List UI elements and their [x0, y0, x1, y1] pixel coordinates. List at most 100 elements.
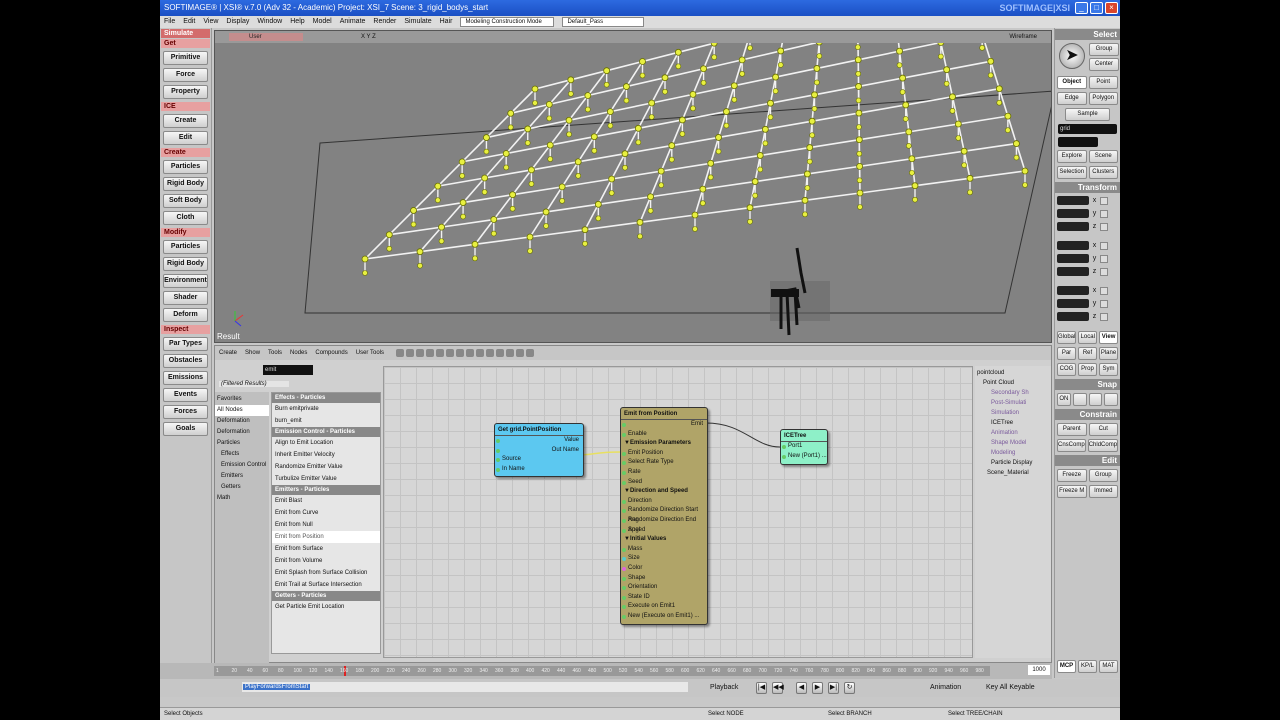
- menu-window[interactable]: Window: [257, 16, 282, 28]
- grid-point[interactable]: [574, 158, 582, 166]
- grid-point[interactable]: [575, 172, 582, 179]
- grid-point[interactable]: [543, 223, 549, 229]
- grid-point[interactable]: [723, 108, 730, 115]
- ice-menu-user-tools[interactable]: User Tools: [356, 346, 384, 360]
- icetree-node[interactable]: ICETree Port1 New (Port1) ...: [780, 429, 828, 465]
- ice-tool-icon[interactable]: [525, 349, 534, 357]
- immed-button[interactable]: Immed: [1088, 485, 1118, 498]
- group-button[interactable]: Group: [1089, 43, 1119, 56]
- grid-point[interactable]: [762, 140, 769, 147]
- category-all-nodes[interactable]: All Nodes: [215, 405, 269, 416]
- input-port[interactable]: Emit Position: [621, 449, 707, 459]
- explorer-item-shape-model[interactable]: Shape Model: [977, 438, 1049, 448]
- scene-button[interactable]: Scene: [1088, 150, 1118, 163]
- node-item-randomize-emitter-value[interactable]: Randomize Emitter Value: [272, 461, 380, 473]
- grid-point[interactable]: [808, 117, 816, 125]
- category-deformation[interactable]: Deformation: [215, 427, 269, 438]
- grid-point[interactable]: [607, 122, 614, 129]
- transform-value-field[interactable]: [1057, 254, 1089, 263]
- grid-point[interactable]: [458, 158, 466, 166]
- input-port[interactable]: Enable: [621, 430, 707, 440]
- input-port[interactable]: Randomize Direction End Angl: [621, 516, 707, 533]
- grid-point[interactable]: [855, 44, 861, 50]
- grid-point[interactable]: [772, 88, 779, 94]
- grid-point[interactable]: [979, 45, 985, 51]
- first-frame-button[interactable]: |◀: [756, 682, 767, 694]
- deform-button[interactable]: Deform: [163, 308, 208, 322]
- camera-select[interactable]: User: [229, 33, 303, 41]
- category-effects[interactable]: Effects: [215, 449, 269, 460]
- grid-point[interactable]: [806, 144, 814, 151]
- grid-point[interactable]: [527, 248, 533, 254]
- node-item-emit-splash-from-surface-collision[interactable]: Emit Splash from Surface Collision: [272, 567, 380, 579]
- category-emitters[interactable]: Emitters: [215, 471, 269, 482]
- grid-point[interactable]: [542, 208, 550, 216]
- category-particles[interactable]: Particles: [215, 438, 269, 449]
- grid-point[interactable]: [546, 115, 553, 122]
- grid-point[interactable]: [756, 152, 764, 159]
- grid-point[interactable]: [472, 255, 478, 262]
- forces-button[interactable]: Forces: [163, 405, 208, 419]
- grid-point[interactable]: [621, 150, 629, 158]
- view-button[interactable]: View: [1099, 331, 1118, 344]
- ref-button[interactable]: Ref: [1078, 347, 1097, 360]
- grid-point[interactable]: [905, 128, 913, 136]
- grid-point[interactable]: [636, 218, 644, 226]
- plane-button[interactable]: Plane: [1099, 347, 1118, 360]
- grid-point[interactable]: [507, 109, 515, 117]
- input-port[interactable]: Size: [621, 554, 707, 564]
- menu-help[interactable]: Help: [290, 16, 304, 28]
- grid-point[interactable]: [967, 189, 973, 196]
- grid-point[interactable]: [757, 166, 764, 173]
- ice-tool-icon[interactable]: [415, 349, 424, 357]
- grid-point[interactable]: [528, 166, 535, 174]
- grid-point[interactable]: [483, 134, 490, 141]
- explorer-item-icetree[interactable]: ICETree: [977, 418, 1049, 428]
- loop-button[interactable]: ↻: [844, 682, 855, 694]
- grid-point[interactable]: [531, 85, 539, 93]
- transform-value-field[interactable]: [1057, 267, 1089, 276]
- mode-select[interactable]: Simulate: [161, 29, 210, 38]
- ice-tool-icon[interactable]: [505, 349, 514, 357]
- grid-point[interactable]: [961, 162, 967, 168]
- clusters-button[interactable]: Clusters: [1088, 166, 1118, 179]
- animation-label[interactable]: Animation: [930, 682, 961, 694]
- grid-point[interactable]: [937, 43, 945, 46]
- input-port[interactable]: Rate: [621, 468, 707, 478]
- node-item-emit-from-null[interactable]: Emit from Null: [272, 519, 380, 531]
- menu-animate[interactable]: Animate: [340, 16, 366, 28]
- ice-tool-icon[interactable]: [405, 349, 414, 357]
- grid-point[interactable]: [715, 148, 722, 155]
- input-port[interactable]: Randomize Direction Start Ang: [621, 506, 707, 523]
- grid-point[interactable]: [954, 120, 962, 128]
- grid-point[interactable]: [608, 190, 615, 196]
- rigid-body-button[interactable]: Rigid Body: [163, 257, 208, 271]
- grid-point[interactable]: [1004, 112, 1012, 120]
- transform-value-field[interactable]: [1057, 222, 1089, 231]
- grid-point[interactable]: [668, 156, 675, 163]
- command-line[interactable]: PlayForwardsFromStart: [242, 682, 688, 692]
- grid-point[interactable]: [528, 181, 535, 187]
- playback-label[interactable]: Playback: [710, 682, 738, 694]
- ice-tool-icon[interactable]: [395, 349, 404, 357]
- node-item-align-to-emit-location[interactable]: Align to Emit Location: [272, 437, 380, 449]
- maximize-icon[interactable]: □: [1090, 2, 1103, 14]
- grid-point[interactable]: [747, 218, 753, 225]
- grid-point[interactable]: [416, 248, 424, 256]
- grid-point[interactable]: [385, 231, 393, 239]
- input-port[interactable]: Source: [495, 455, 583, 465]
- goals-button[interactable]: Goals: [163, 422, 208, 436]
- key-all-keyable[interactable]: Key All Keyable: [986, 682, 1035, 694]
- explore-button[interactable]: Explore: [1057, 150, 1087, 163]
- grid-point[interactable]: [595, 215, 602, 222]
- grid-point[interactable]: [678, 116, 686, 124]
- ice-tool-icon[interactable]: [515, 349, 524, 357]
- shader-button[interactable]: Shader: [163, 291, 208, 305]
- ice-tool-icon[interactable]: [495, 349, 504, 357]
- input-port[interactable]: New (Execute on Emit1) ...: [621, 612, 707, 622]
- grid-point[interactable]: [855, 109, 863, 117]
- grid-point[interactable]: [565, 116, 573, 124]
- transform-value-field[interactable]: [1057, 312, 1089, 321]
- menu-render[interactable]: Render: [373, 16, 396, 28]
- grid-point[interactable]: [658, 182, 664, 188]
